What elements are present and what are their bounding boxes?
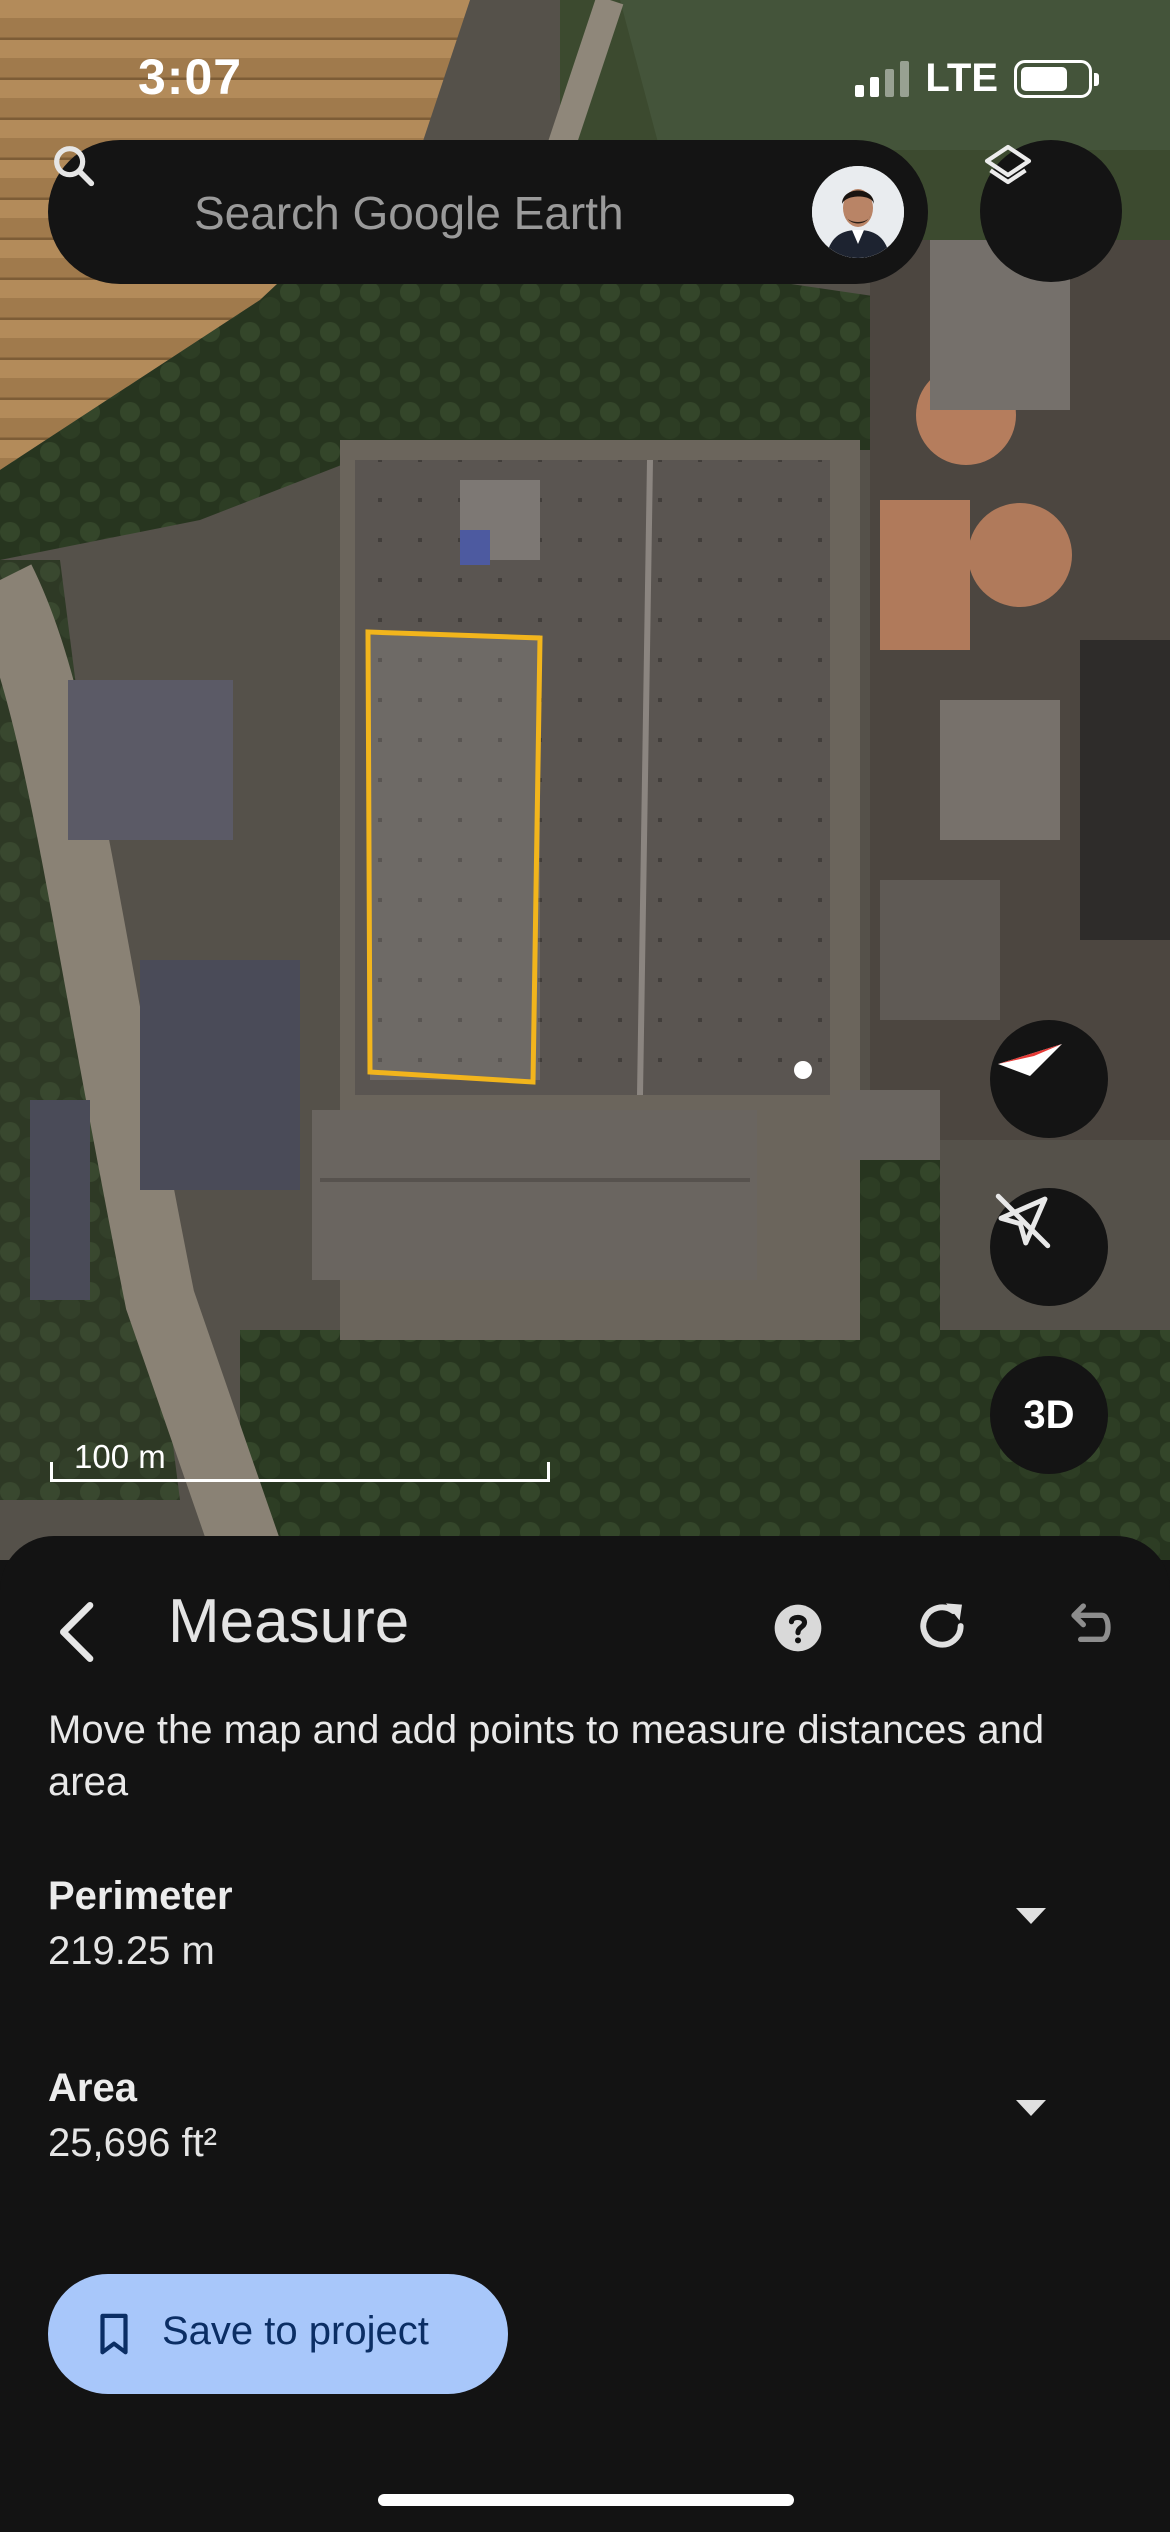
measure-panel: Measure Move the map and add points to m…	[0, 1536, 1170, 2532]
status-time: 3:07	[138, 49, 243, 105]
signal-icon	[855, 60, 910, 97]
area-row[interactable]: Area 25,696 ft²	[48, 2066, 1118, 2186]
area-label: Area	[48, 2066, 137, 2110]
undo-icon[interactable]	[1054, 1594, 1118, 1658]
compass-icon	[998, 1044, 1062, 1076]
perimeter-value: 219.25 m	[48, 1929, 215, 1973]
my-location-button[interactable]	[990, 1188, 1108, 1306]
back-arrow-icon[interactable]	[40, 1592, 120, 1672]
perimeter-label: Perimeter	[48, 1874, 233, 1918]
layers-icon	[984, 144, 1032, 185]
battery-icon	[1014, 59, 1099, 98]
avatar[interactable]	[812, 166, 904, 258]
perimeter-row[interactable]: Perimeter 219.25 m	[48, 1874, 1118, 1994]
area-value: 25,696 ft²	[48, 2121, 218, 2165]
3d-toggle-button[interactable]: 3D	[990, 1356, 1108, 1474]
save-to-project-button[interactable]: Save to project	[48, 2274, 508, 2394]
search-input[interactable]: Search Google Earth	[194, 186, 624, 240]
search-bar[interactable]: Search Google Earth	[48, 140, 928, 284]
home-indicator[interactable]	[378, 2494, 794, 2506]
map-scale: 100 m	[50, 1438, 550, 1482]
area-dropdown-icon[interactable]	[1016, 2100, 1046, 2116]
compass-button[interactable]	[990, 1020, 1108, 1138]
profile-photo	[812, 166, 904, 258]
search-icon	[54, 146, 95, 187]
network-label: LTE	[925, 56, 998, 100]
bookmark-icon	[100, 2313, 128, 2355]
measure-instructions: Move the map and add points to measure d…	[48, 1708, 1045, 1804]
refresh-icon[interactable]	[910, 1594, 974, 1658]
satellite-map[interactable]: 3:07 LTE Search Google Earth 3D 100 m	[0, 0, 1170, 1560]
scale-bar	[50, 1462, 550, 1482]
save-to-project-label: Save to project	[162, 2309, 429, 2353]
help-icon[interactable]	[770, 1600, 826, 1656]
perimeter-dropdown-icon[interactable]	[1016, 1908, 1046, 1924]
location-off-icon	[995, 1193, 1051, 1249]
panel-title: Measure	[168, 1587, 410, 1656]
status-indicators: LTE	[855, 56, 1099, 101]
layers-button[interactable]	[980, 140, 1122, 282]
